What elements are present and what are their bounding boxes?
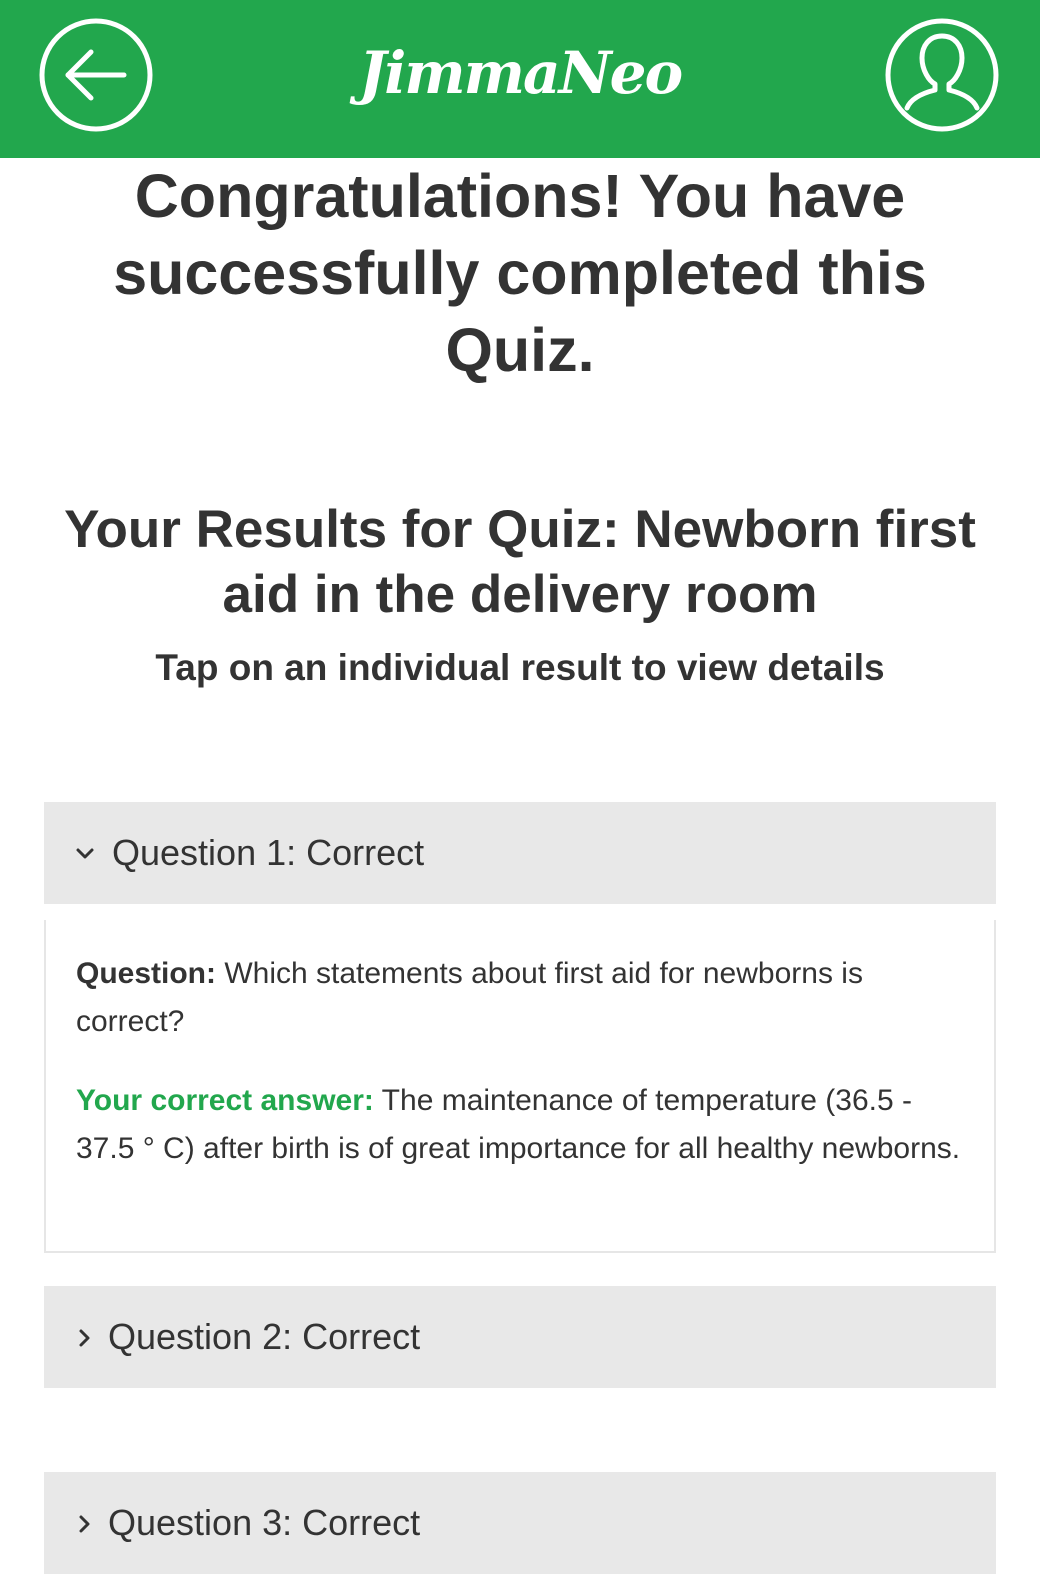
question-3-header[interactable]: Question 3: Correct (44, 1472, 996, 1574)
chevron-right-icon (79, 1329, 90, 1347)
back-button[interactable] (39, 18, 153, 132)
chevron-right-icon (79, 1515, 90, 1533)
question-text: Question: Which statements about first a… (76, 950, 964, 1046)
congratulations-heading: Congratulations! You have successfully c… (113, 162, 927, 384)
app-header: JimmaNeo (0, 0, 1040, 158)
answer-text: Your correct answer: The maintenance of … (76, 1077, 964, 1173)
question-1-header[interactable]: Question 1: Correct (44, 802, 996, 904)
results-title: Your Results for Quiz: Newborn first aid… (64, 500, 976, 624)
chevron-down-icon (76, 848, 94, 859)
correct-answer-label: Your correct answer: (76, 1084, 374, 1117)
question-1-label: Question 1: Correct (112, 832, 425, 873)
question-2-header[interactable]: Question 2: Correct (44, 1286, 996, 1388)
question-2-label: Question 2: Correct (108, 1316, 421, 1357)
question-3-label: Question 3: Correct (108, 1502, 421, 1543)
arrow-left-circle-icon (39, 18, 153, 132)
question-1-details: Question: Which statements about first a… (44, 920, 996, 1253)
profile-button[interactable] (885, 18, 999, 132)
results-subtitle: Tap on an individual result to view deta… (155, 647, 885, 688)
question-label: Question: (76, 957, 216, 990)
user-circle-icon (885, 18, 999, 132)
app-logo: JimmaNeo (358, 39, 683, 107)
